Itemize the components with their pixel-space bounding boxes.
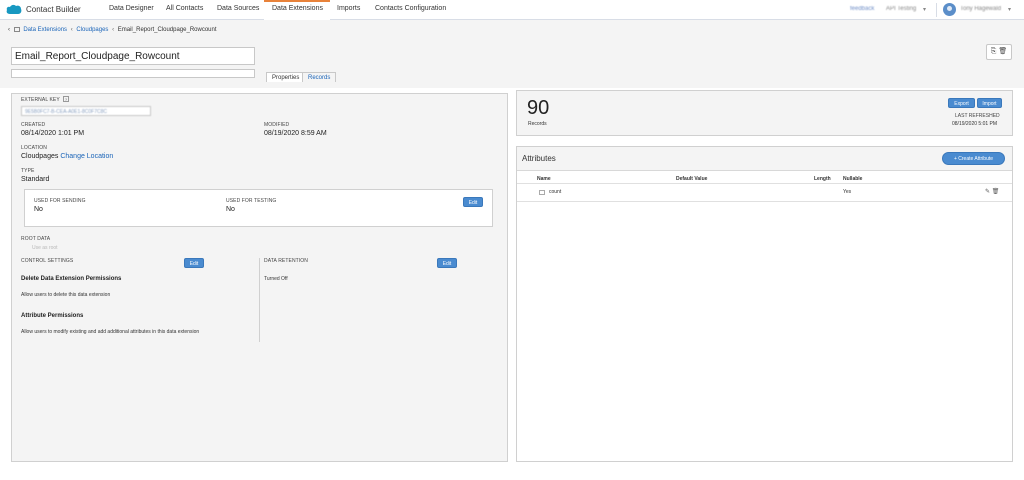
- user-menu[interactable]: Tony Hagewald: [960, 6, 1001, 12]
- grid-icon: [13, 27, 20, 32]
- actions-button[interactable]: ⎘ 🗑: [986, 44, 1012, 60]
- breadcrumb-current: Email_Report_Cloudpage_Rowcount: [117, 27, 217, 34]
- edit-sending-button[interactable]: Edit: [463, 197, 483, 207]
- data-retention-value: Turned Off: [264, 276, 288, 282]
- data-retention-label: DATA RETENTION: [264, 258, 308, 264]
- external-key-field[interactable]: 9E5B0FC7-B-CEA-A0E1-8C0F7C8C: [21, 106, 151, 116]
- location-folder: Cloudpages: [21, 153, 59, 160]
- column-header-default-value[interactable]: Default Value: [676, 176, 707, 182]
- root-data-value: Use as root: [32, 245, 58, 251]
- delete-permissions-title: Delete Data Extension Permissions: [21, 276, 122, 282]
- chevron-down-icon[interactable]: ▾: [923, 6, 926, 13]
- table-row-name[interactable]: count: [549, 189, 561, 195]
- app-title: Contact Builder: [26, 5, 81, 14]
- edit-data-retention-button[interactable]: Edit: [437, 258, 457, 268]
- chevron-left-icon[interactable]: ‹: [8, 27, 10, 33]
- delete-permissions-desc: Allow users to delete this data extensio…: [21, 292, 111, 298]
- nav-divider: [936, 3, 937, 17]
- pencil-icon[interactable]: ✎: [985, 189, 990, 195]
- salesforce-cloud-icon: [6, 4, 22, 14]
- used-for-sending-value: No: [34, 206, 43, 213]
- account-switcher[interactable]: API Testing: [886, 6, 916, 12]
- nav-item-all-contacts[interactable]: All Contacts: [166, 5, 203, 12]
- import-button[interactable]: Import: [977, 98, 1002, 108]
- breadcrumb-data-extensions[interactable]: Data Extensions: [23, 27, 67, 33]
- column-header-length[interactable]: Length: [814, 176, 831, 182]
- records-summary-panel: [516, 90, 1013, 136]
- avatar[interactable]: [943, 3, 956, 16]
- chevron-down-icon[interactable]: ▾: [1008, 6, 1011, 13]
- location-value: Cloudpages Change Location: [21, 153, 113, 160]
- attributes-title: Attributes: [522, 154, 556, 163]
- row-actions: ✎ 🗑: [985, 188, 999, 195]
- chevron-left-icon: ‹: [70, 27, 73, 34]
- attribute-permissions-desc: Allow users to modify existing and add a…: [21, 329, 200, 335]
- modified-value: 08/19/2020 8:59 AM: [264, 130, 327, 137]
- used-for-testing-value: No: [226, 206, 235, 213]
- text-field-icon: [539, 190, 545, 195]
- records-label: Records: [528, 121, 547, 127]
- data-extension-description-input[interactable]: [11, 69, 255, 78]
- tab-properties[interactable]: Properties: [266, 72, 306, 82]
- modified-label: MODIFIED: [264, 122, 290, 128]
- column-divider: [259, 258, 260, 342]
- copy-icon[interactable]: ⎘: [991, 48, 997, 55]
- last-refreshed-label: LAST REFRESHED: [955, 113, 1000, 119]
- feedback-link[interactable]: feedback: [850, 6, 874, 12]
- export-button[interactable]: Export: [948, 98, 975, 108]
- trash-icon[interactable]: 🗑: [992, 189, 1000, 195]
- table-header-divider: [517, 183, 1012, 184]
- trash-icon[interactable]: 🗑: [998, 48, 1007, 55]
- used-for-testing-label: USED FOR TESTING: [226, 198, 277, 204]
- attributes-header: [517, 147, 1012, 171]
- data-extension-name-input[interactable]: Email_Report_Cloudpage_Rowcount: [11, 47, 255, 65]
- created-value: 08/14/2020 1:01 PM: [21, 130, 85, 137]
- breadcrumb: ‹ Data Extensions ‹ Cloudpages ‹ Email_R…: [8, 27, 217, 33]
- change-location-link[interactable]: Change Location: [60, 153, 113, 160]
- attributes-panel: [516, 146, 1013, 462]
- tab-records[interactable]: Records: [302, 72, 337, 82]
- sending-settings-box: [24, 189, 493, 227]
- control-settings-label: CONTROL SETTINGS: [21, 258, 74, 264]
- type-label: TYPE: [21, 168, 35, 174]
- column-header-nullable[interactable]: Nullable: [843, 176, 862, 182]
- column-header-name[interactable]: Name: [537, 176, 551, 182]
- type-value: Standard: [21, 176, 50, 183]
- help-icon[interactable]: ?: [63, 96, 69, 102]
- location-label: LOCATION: [21, 145, 47, 151]
- edit-control-settings-button[interactable]: Edit: [184, 258, 204, 268]
- table-row-divider: [517, 201, 1012, 202]
- create-attribute-button[interactable]: + Create Attribute: [942, 152, 1005, 165]
- breadcrumb-cloudpages[interactable]: Cloudpages: [76, 27, 108, 33]
- record-count: 90: [527, 97, 550, 119]
- external-key-label: EXTERNAL KEY: [21, 97, 60, 103]
- table-row-nullable: Yes: [843, 189, 852, 195]
- last-refreshed-value: 08/19/2020 5:01 PM: [952, 121, 998, 127]
- top-nav: Contact Builder Data Designer All Contac…: [0, 0, 1024, 20]
- attribute-permissions-title: Attribute Permissions: [21, 313, 84, 319]
- created-label: CREATED: [21, 122, 46, 128]
- chevron-left-icon: ‹: [112, 27, 115, 34]
- nav-item-data-sources[interactable]: Data Sources: [217, 5, 259, 12]
- nav-item-data-extensions[interactable]: Data Extensions: [272, 5, 323, 12]
- used-for-sending-label: USED FOR SENDING: [34, 198, 86, 204]
- nav-item-data-designer[interactable]: Data Designer: [109, 5, 154, 12]
- root-data-label: ROOT DATA: [21, 236, 51, 242]
- nav-item-imports[interactable]: Imports: [337, 5, 360, 12]
- nav-item-contacts-configuration[interactable]: Contacts Configuration: [375, 5, 446, 12]
